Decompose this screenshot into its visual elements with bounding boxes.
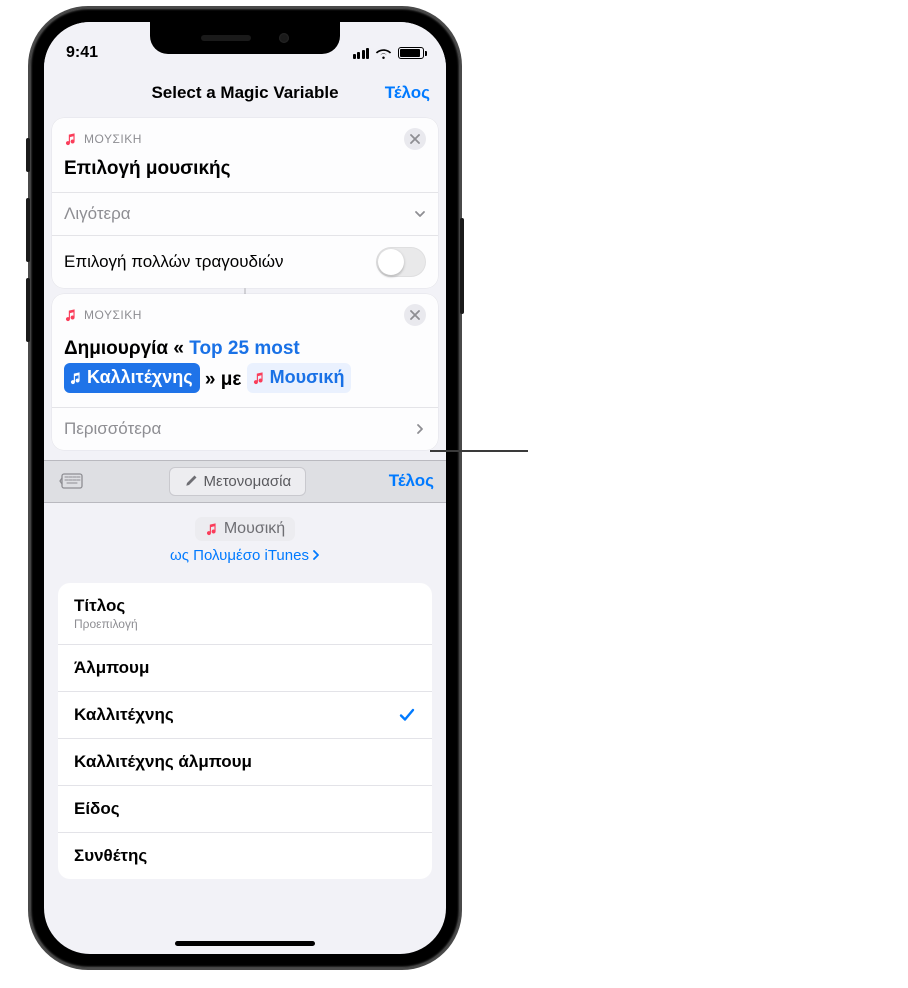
- property-option-album-artist[interactable]: Καλλιτέχνης άλμπουμ: [58, 739, 432, 786]
- chevron-right-icon: [312, 550, 320, 560]
- close-action-button[interactable]: [404, 128, 426, 150]
- chevron-right-icon: [414, 423, 426, 435]
- property-option-album[interactable]: Άλμπουμ: [58, 645, 432, 692]
- app-label: ΜΟΥΣΙΚΗ: [84, 132, 142, 146]
- variable-chip[interactable]: Μουσική: [195, 517, 295, 541]
- keyboard-back-button[interactable]: [56, 467, 86, 495]
- annotation-callout: [430, 450, 528, 452]
- screen: 9:41 Select a Magic Variable Τέλος ΜΟΥΣΙ…: [44, 22, 446, 954]
- app-label: ΜΟΥΣΙΚΗ: [84, 308, 142, 322]
- music-note-icon: [205, 522, 219, 536]
- battery-icon: [398, 47, 424, 59]
- action-description: Δημιουργία « Top 25 most Καλλιτέχνης » μ…: [52, 330, 438, 407]
- clock: 9:41: [66, 44, 98, 62]
- variable-type-button[interactable]: ως Πολυμέσο iTunes: [170, 547, 320, 564]
- action-card-select-music: ΜΟΥΣΙΚΗ Επιλογή μουσικής Λιγότερα Επιλογ…: [52, 118, 438, 288]
- checkmark-icon: [398, 706, 416, 724]
- phone-frame: 9:41 Select a Magic Variable Τέλος ΜΟΥΣΙ…: [30, 8, 460, 968]
- artist-variable-token[interactable]: Καλλιτέχνης: [64, 363, 200, 393]
- action-title: Επιλογή μουσικής: [52, 154, 438, 192]
- property-option-title[interactable]: Τίτλος Προεπιλογή: [58, 583, 432, 645]
- close-action-button[interactable]: [404, 304, 426, 326]
- notch: [150, 22, 340, 54]
- music-variable-token[interactable]: Μουσική: [247, 363, 352, 393]
- show-less-row[interactable]: Λιγότερα: [52, 192, 438, 235]
- chevron-down-icon: [414, 208, 426, 220]
- done-button[interactable]: Τέλος: [385, 83, 430, 103]
- multi-select-toggle[interactable]: [376, 247, 426, 277]
- rename-button[interactable]: Μετονομασία: [169, 467, 307, 496]
- playlist-name-param[interactable]: Top 25 most: [189, 338, 300, 359]
- wifi-icon: [375, 47, 392, 60]
- variable-header: Μουσική ως Πολυμέσο iTunes: [52, 503, 438, 573]
- keyboard-toolbar: Μετονομασία Τέλος: [44, 460, 446, 503]
- music-app-icon: [64, 132, 78, 146]
- select-multiple-row: Επιλογή πολλών τραγουδιών: [52, 235, 438, 288]
- property-option-artist[interactable]: Καλλιτέχνης: [58, 692, 432, 739]
- property-option-composer[interactable]: Συνθέτης: [58, 833, 432, 879]
- toolbar-done-button[interactable]: Τέλος: [389, 471, 434, 491]
- cellular-icon: [353, 48, 370, 59]
- property-list: Τίτλος Προεπιλογή Άλμπουμ Καλλιτέχνης Κα…: [58, 583, 432, 879]
- home-indicator[interactable]: [175, 941, 315, 946]
- navigation-bar: Select a Magic Variable Τέλος: [44, 70, 446, 116]
- music-app-icon: [64, 308, 78, 322]
- property-option-genre[interactable]: Είδος: [58, 786, 432, 833]
- pencil-icon: [184, 474, 198, 488]
- action-card-create-playlist: ΜΟΥΣΙΚΗ Δημιουργία « Top 25 most Καλλιτέ…: [52, 294, 438, 450]
- show-more-row[interactable]: Περισσότερα: [52, 407, 438, 450]
